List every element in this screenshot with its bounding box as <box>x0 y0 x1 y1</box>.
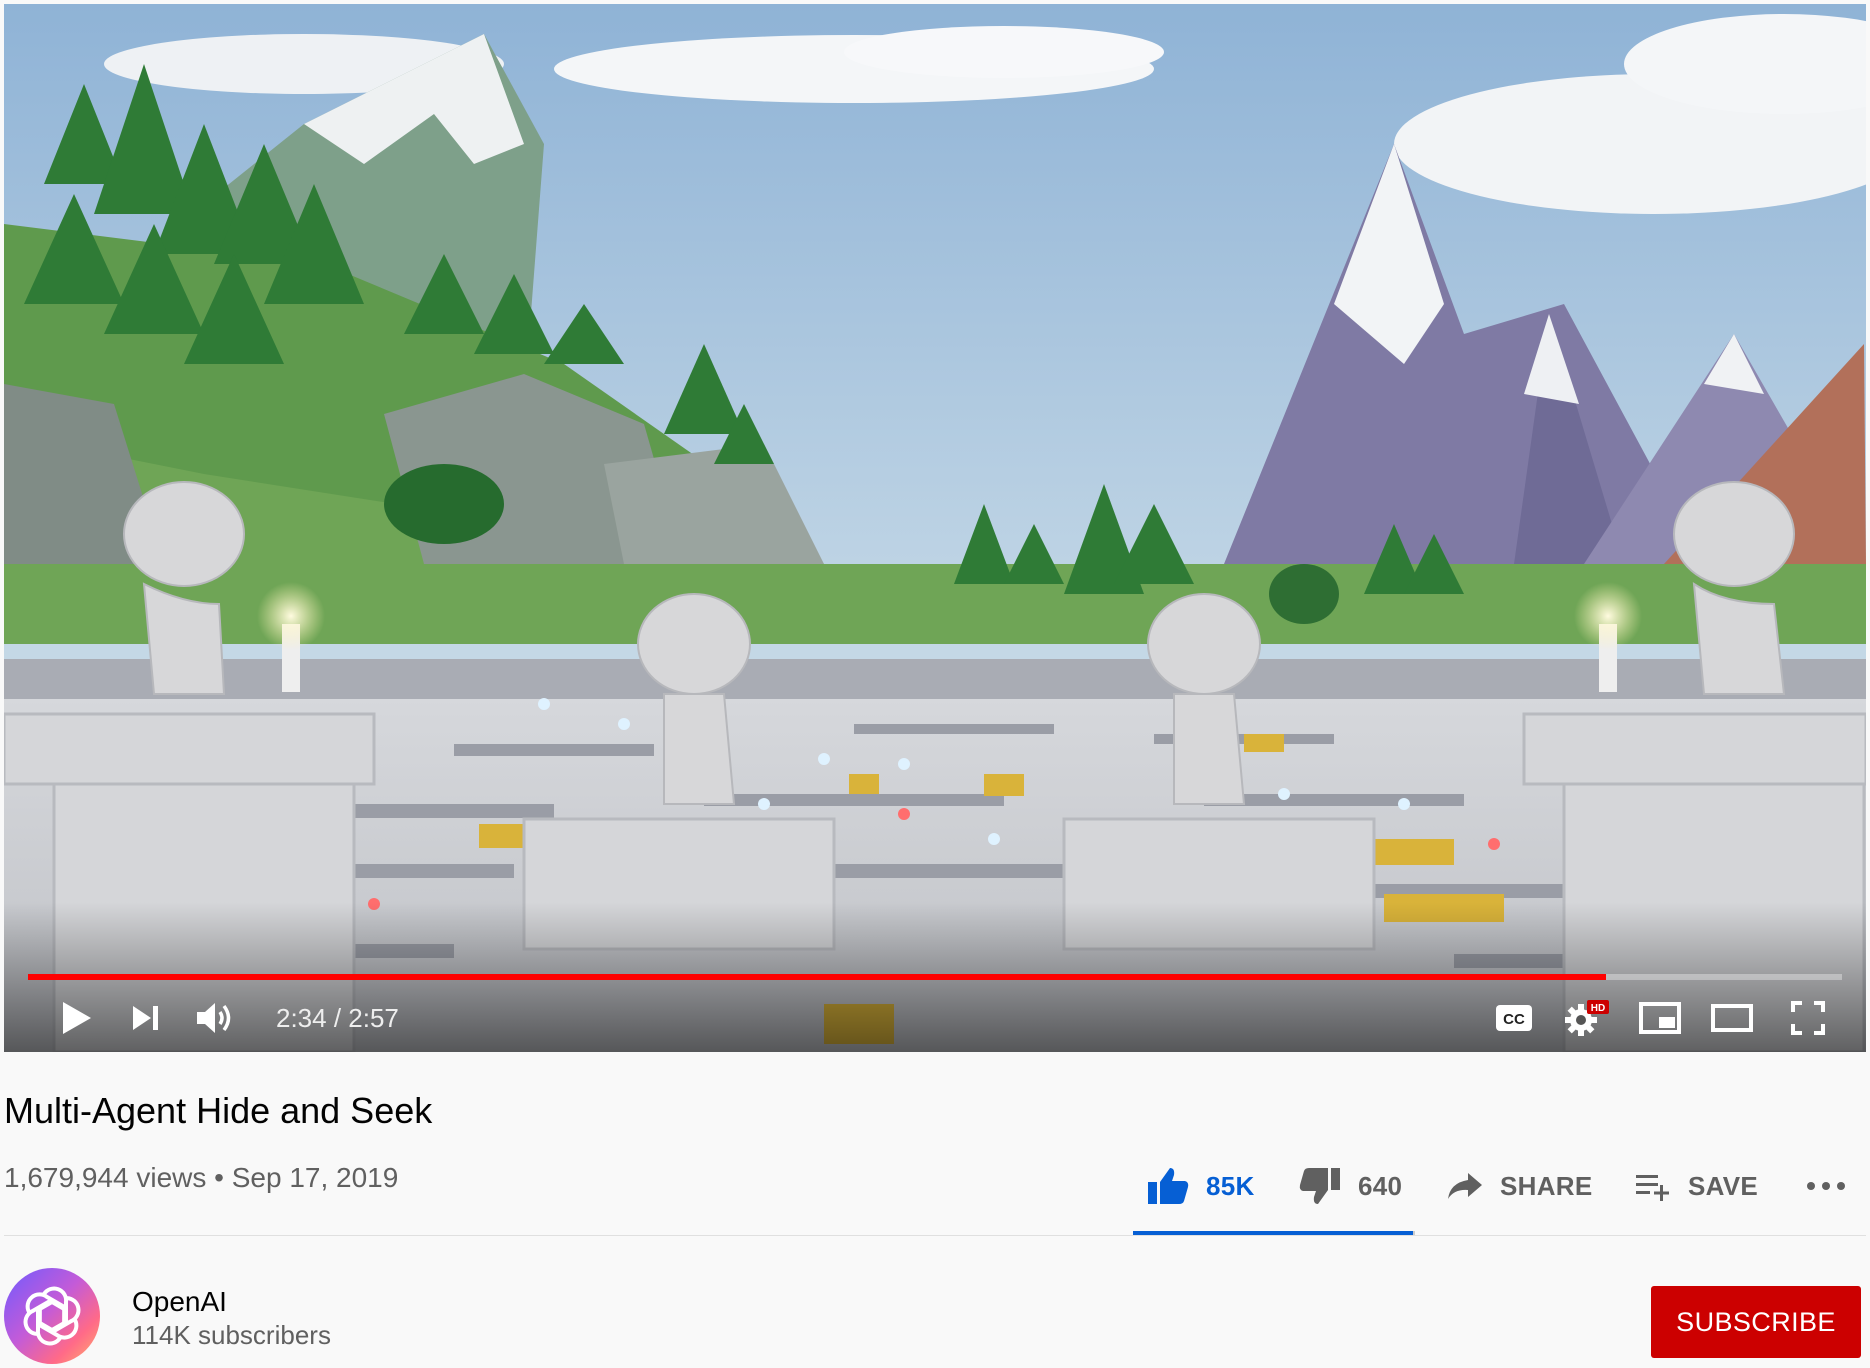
theater-mode-button[interactable] <box>1700 992 1764 1044</box>
divider <box>4 1235 1866 1236</box>
video-title: Multi-Agent Hide and Seek <box>4 1090 433 1131</box>
like-count: 85K <box>1206 1170 1255 1201</box>
thumbs-up-icon <box>1148 1168 1189 1204</box>
fullscreen-button[interactable] <box>1776 992 1840 1044</box>
captions-icon: CC <box>1496 1005 1532 1031</box>
settings-gear-icon: HD <box>1565 1000 1609 1036</box>
play-icon <box>63 1002 91 1034</box>
subscriber-count: 114K subscribers <box>132 1320 331 1350</box>
view-count: 1,679,944 views <box>4 1162 207 1193</box>
subscribe-button[interactable]: SUBSCRIBE <box>1651 1286 1861 1358</box>
more-actions-button[interactable] <box>1806 1160 1846 1212</box>
miniplayer-button[interactable] <box>1628 992 1692 1044</box>
thumbs-down-icon <box>1299 1168 1340 1204</box>
share-label: SHARE <box>1500 1170 1593 1201</box>
captions-button[interactable]: CC <box>1484 992 1544 1044</box>
progress-bar[interactable] <box>28 974 1842 980</box>
next-icon <box>133 1006 158 1030</box>
playlist-add-icon <box>1636 1175 1669 1201</box>
video-frame <box>4 4 1866 1052</box>
settings-button[interactable]: HD <box>1554 992 1618 1044</box>
meta-separator: • <box>214 1162 224 1193</box>
play-button[interactable] <box>44 992 108 1044</box>
dislike-button[interactable]: 640 <box>1298 1160 1402 1212</box>
save-button[interactable]: SAVE <box>1634 1160 1758 1212</box>
share-arrow-icon <box>1448 1173 1482 1199</box>
more-horizontal-icon <box>1807 1182 1845 1190</box>
channel-name[interactable]: OpenAI <box>132 1286 227 1318</box>
dislike-count: 640 <box>1358 1170 1403 1201</box>
channel-avatar[interactable] <box>4 1268 100 1364</box>
next-button[interactable] <box>114 992 178 1044</box>
miniplayer-icon <box>1639 1002 1681 1034</box>
save-label: SAVE <box>1688 1170 1759 1201</box>
like-button[interactable]: 85K <box>1146 1160 1255 1212</box>
progress-played <box>28 974 1607 980</box>
video-meta: 1,679,944 views • Sep 17, 2019 <box>4 1162 398 1194</box>
hd-badge: HD <box>1591 1003 1605 1014</box>
time-display: 2:34 / 2:57 <box>276 1003 399 1033</box>
theater-mode-icon <box>1711 1004 1753 1032</box>
volume-button[interactable] <box>184 992 248 1044</box>
openai-logo-icon <box>23 1286 81 1346</box>
video-player[interactable]: 2:34 / 2:57 CC HD <box>4 4 1866 1052</box>
upload-date: Sep 17, 2019 <box>231 1162 399 1193</box>
volume-icon <box>197 1003 231 1033</box>
fullscreen-icon <box>1791 1001 1825 1035</box>
share-button[interactable]: SHARE <box>1446 1160 1593 1212</box>
captions-label: CC <box>1503 1011 1525 1028</box>
